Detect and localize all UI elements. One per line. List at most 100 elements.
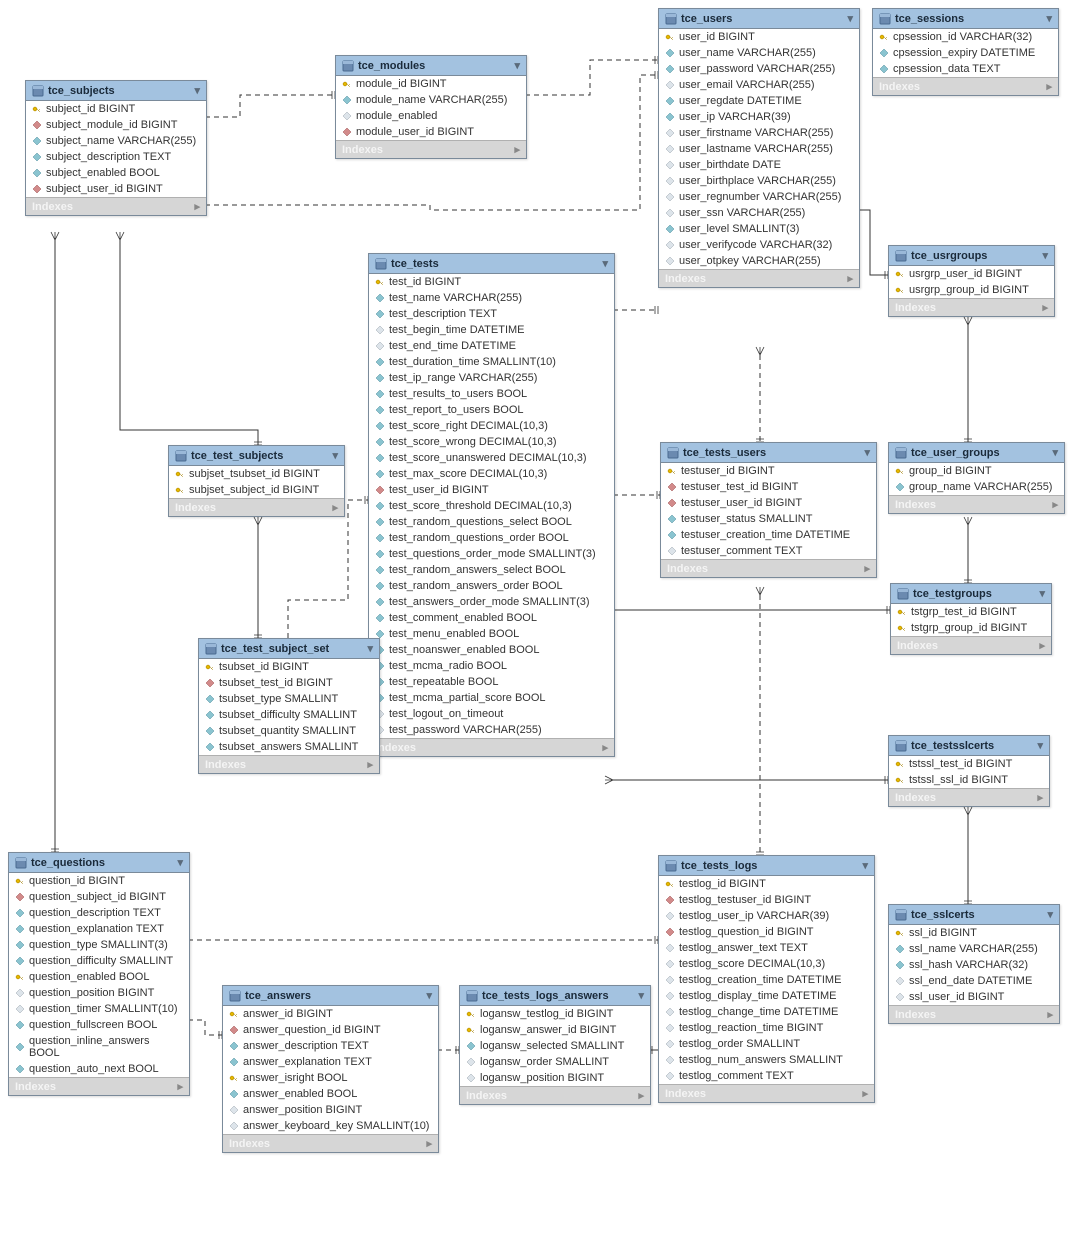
indexes-footer[interactable]: Indexes▸ bbox=[9, 1077, 189, 1095]
collapse-icon[interactable]: ▾ bbox=[177, 856, 183, 869]
indexes-footer[interactable]: Indexes▸ bbox=[659, 1084, 874, 1102]
column-row[interactable]: subject_description TEXT bbox=[26, 149, 206, 165]
entity-header[interactable]: tce_tests_users▾ bbox=[661, 443, 876, 463]
entity-header[interactable]: tce_sslcerts▾ bbox=[889, 905, 1059, 925]
column-row[interactable]: question_timer SMALLINT(10) bbox=[9, 1001, 189, 1017]
column-row[interactable]: user_birthdate DATE bbox=[659, 157, 859, 173]
column-row[interactable]: test_score_threshold DECIMAL(10,3) bbox=[369, 498, 614, 514]
column-row[interactable]: tsubset_id BIGINT bbox=[199, 659, 379, 675]
column-row[interactable]: user_regnumber VARCHAR(255) bbox=[659, 189, 859, 205]
column-row[interactable]: test_logout_on_timeout bbox=[369, 706, 614, 722]
entity-header[interactable]: tce_usrgroups▾ bbox=[889, 246, 1054, 266]
column-row[interactable]: user_id BIGINT bbox=[659, 29, 859, 45]
column-row[interactable]: testlog_creation_time DATETIME bbox=[659, 972, 874, 988]
indexes-footer[interactable]: Indexes▸ bbox=[661, 559, 876, 577]
column-row[interactable]: test_mcma_partial_score BOOL bbox=[369, 690, 614, 706]
collapse-icon[interactable]: ▾ bbox=[1046, 12, 1052, 25]
collapse-icon[interactable]: ▾ bbox=[426, 989, 432, 1002]
column-row[interactable]: user_name VARCHAR(255) bbox=[659, 45, 859, 61]
entity-header[interactable]: tce_questions▾ bbox=[9, 853, 189, 873]
column-row[interactable]: question_auto_next BOOL bbox=[9, 1061, 189, 1077]
column-row[interactable]: test_id BIGINT bbox=[369, 274, 614, 290]
column-row[interactable]: cpsession_expiry DATETIME bbox=[873, 45, 1058, 61]
column-row[interactable]: module_user_id BIGINT bbox=[336, 124, 526, 140]
column-row[interactable]: question_fullscreen BOOL bbox=[9, 1017, 189, 1033]
column-row[interactable]: testlog_display_time DATETIME bbox=[659, 988, 874, 1004]
collapse-icon[interactable]: ▾ bbox=[1039, 587, 1045, 600]
column-row[interactable]: test_duration_time SMALLINT(10) bbox=[369, 354, 614, 370]
column-row[interactable]: question_position BIGINT bbox=[9, 985, 189, 1001]
indexes-footer[interactable]: Indexes▸ bbox=[369, 738, 614, 756]
column-row[interactable]: subjset_tsubset_id BIGINT bbox=[169, 466, 344, 482]
column-row[interactable]: answer_keyboard_key SMALLINT(10) bbox=[223, 1118, 438, 1134]
column-row[interactable]: subject_module_id BIGINT bbox=[26, 117, 206, 133]
column-row[interactable]: question_type SMALLINT(3) bbox=[9, 937, 189, 953]
column-row[interactable]: testlog_testuser_id BIGINT bbox=[659, 892, 874, 908]
column-row[interactable]: question_id BIGINT bbox=[9, 873, 189, 889]
column-row[interactable]: test_menu_enabled BOOL bbox=[369, 626, 614, 642]
collapse-icon[interactable]: ▾ bbox=[514, 59, 520, 72]
entity-tce_subjects[interactable]: tce_subjects▾subject_id BIGINTsubject_mo… bbox=[25, 80, 207, 216]
column-row[interactable]: tstssl_ssl_id BIGINT bbox=[889, 772, 1049, 788]
entity-tce_sslcerts[interactable]: tce_sslcerts▾ssl_id BIGINTssl_name VARCH… bbox=[888, 904, 1060, 1024]
entity-header[interactable]: tce_testsslcerts▾ bbox=[889, 736, 1049, 756]
column-row[interactable]: question_description TEXT bbox=[9, 905, 189, 921]
column-row[interactable]: cpsession_data TEXT bbox=[873, 61, 1058, 77]
column-row[interactable]: test_password VARCHAR(255) bbox=[369, 722, 614, 738]
indexes-footer[interactable]: Indexes▸ bbox=[889, 788, 1049, 806]
column-row[interactable]: test_report_to_users BOOL bbox=[369, 402, 614, 418]
column-row[interactable]: answer_id BIGINT bbox=[223, 1006, 438, 1022]
column-row[interactable]: testlog_answer_text TEXT bbox=[659, 940, 874, 956]
column-row[interactable]: question_subject_id BIGINT bbox=[9, 889, 189, 905]
column-row[interactable]: module_id BIGINT bbox=[336, 76, 526, 92]
column-row[interactable]: test_noanswer_enabled BOOL bbox=[369, 642, 614, 658]
entity-tce_test_subject_set[interactable]: tce_test_subject_set▾tsubset_id BIGINT ts… bbox=[198, 638, 380, 774]
indexes-footer[interactable]: Indexes▸ bbox=[891, 636, 1051, 654]
column-row[interactable]: ssl_id BIGINT bbox=[889, 925, 1059, 941]
indexes-footer[interactable]: Indexes▸ bbox=[169, 498, 344, 516]
column-row[interactable]: test_answers_order_mode SMALLINT(3) bbox=[369, 594, 614, 610]
column-row[interactable]: ssl_end_date DATETIME bbox=[889, 973, 1059, 989]
collapse-icon[interactable]: ▾ bbox=[1037, 739, 1043, 752]
column-row[interactable]: user_password VARCHAR(255) bbox=[659, 61, 859, 77]
column-row[interactable]: testuser_status SMALLINT bbox=[661, 511, 876, 527]
column-row[interactable]: usrgrp_user_id BIGINT bbox=[889, 266, 1054, 282]
column-row[interactable]: tstgrp_test_id BIGINT bbox=[891, 604, 1051, 620]
column-row[interactable]: testlog_comment TEXT bbox=[659, 1068, 874, 1084]
entity-header[interactable]: tce_tests▾ bbox=[369, 254, 614, 274]
column-row[interactable]: user_ssn VARCHAR(255) bbox=[659, 205, 859, 221]
column-row[interactable]: user_email VARCHAR(255) bbox=[659, 77, 859, 93]
entity-tce_test_subjects[interactable]: tce_test_subjects▾subjset_tsubset_id BIG… bbox=[168, 445, 345, 517]
column-row[interactable]: tsubset_quantity SMALLINT bbox=[199, 723, 379, 739]
column-row[interactable]: testlog_order SMALLINT bbox=[659, 1036, 874, 1052]
column-row[interactable]: logansw_testlog_id BIGINT bbox=[460, 1006, 650, 1022]
column-row[interactable]: question_difficulty SMALLINT bbox=[9, 953, 189, 969]
column-row[interactable]: test_results_to_users BOOL bbox=[369, 386, 614, 402]
column-row[interactable]: user_birthplace VARCHAR(255) bbox=[659, 173, 859, 189]
column-row[interactable]: testlog_user_ip VARCHAR(39) bbox=[659, 908, 874, 924]
entity-header[interactable]: tce_modules▾ bbox=[336, 56, 526, 76]
column-row[interactable]: cpsession_id VARCHAR(32) bbox=[873, 29, 1058, 45]
entity-header[interactable]: tce_test_subjects▾ bbox=[169, 446, 344, 466]
collapse-icon[interactable]: ▾ bbox=[1052, 446, 1058, 459]
collapse-icon[interactable]: ▾ bbox=[332, 449, 338, 462]
column-row[interactable]: testlog_score DECIMAL(10,3) bbox=[659, 956, 874, 972]
entity-tce_tests[interactable]: tce_tests▾test_id BIGINTtest_name VARCHA… bbox=[368, 253, 615, 757]
column-row[interactable]: user_lastname VARCHAR(255) bbox=[659, 141, 859, 157]
indexes-footer[interactable]: Indexes▸ bbox=[889, 298, 1054, 316]
column-row[interactable]: test_max_score DECIMAL(10,3) bbox=[369, 466, 614, 482]
collapse-icon[interactable]: ▾ bbox=[194, 84, 200, 97]
column-row[interactable]: testuser_comment TEXT bbox=[661, 543, 876, 559]
collapse-icon[interactable]: ▾ bbox=[1047, 908, 1053, 921]
entity-header[interactable]: tce_test_subject_set▾ bbox=[199, 639, 379, 659]
column-row[interactable]: answer_position BIGINT bbox=[223, 1102, 438, 1118]
column-row[interactable]: ssl_hash VARCHAR(32) bbox=[889, 957, 1059, 973]
collapse-icon[interactable]: ▾ bbox=[367, 642, 373, 655]
indexes-footer[interactable]: Indexes▸ bbox=[199, 755, 379, 773]
collapse-icon[interactable]: ▾ bbox=[847, 12, 853, 25]
entity-tce_testgroups[interactable]: tce_testgroups▾tstgrp_test_id BIGINTtstg… bbox=[890, 583, 1052, 655]
column-row[interactable]: subject_id BIGINT bbox=[26, 101, 206, 117]
column-row[interactable]: testuser_test_id BIGINT bbox=[661, 479, 876, 495]
column-row[interactable]: group_name VARCHAR(255) bbox=[889, 479, 1064, 495]
entity-header[interactable]: tce_sessions▾ bbox=[873, 9, 1058, 29]
